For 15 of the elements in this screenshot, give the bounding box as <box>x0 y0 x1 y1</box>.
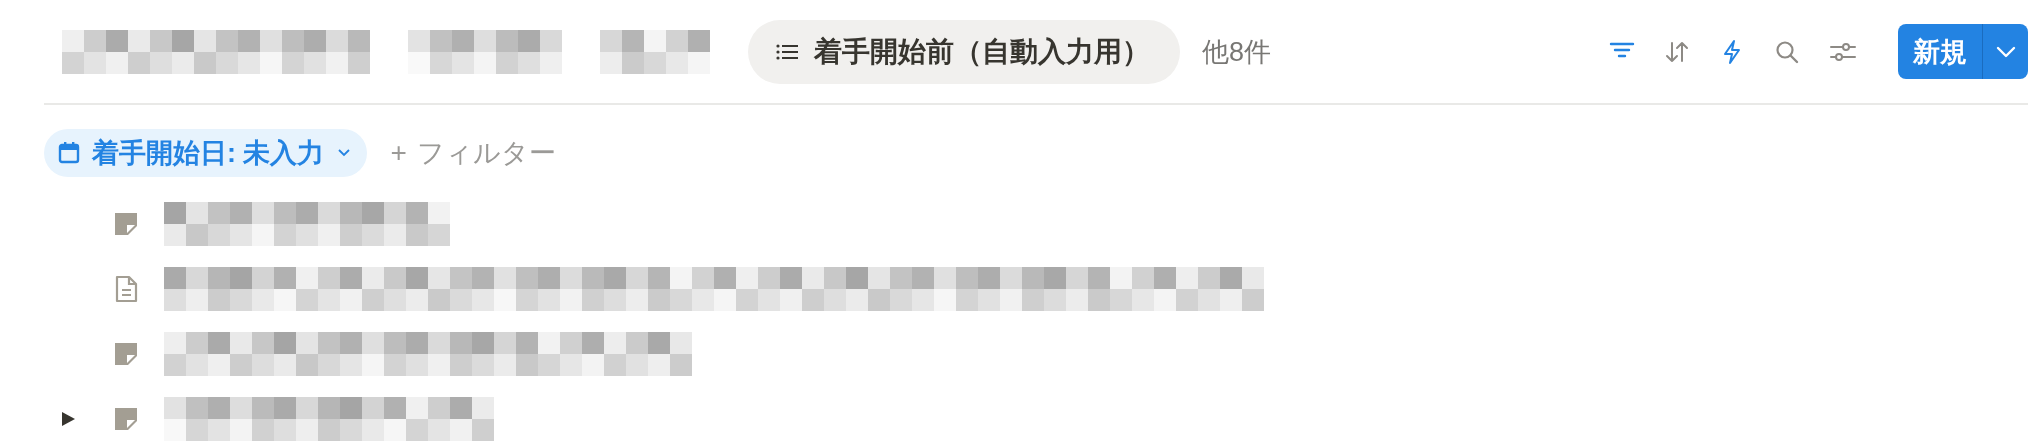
filter-chip[interactable]: 着手開始日: 未入力 <box>44 129 367 177</box>
view-tab[interactable]: 着手開始前（自動入力用） <box>748 19 1180 84</box>
more-views-link[interactable]: 他8件 <box>1202 33 1272 70</box>
page-icon <box>114 274 138 303</box>
chevron-down-icon <box>336 148 351 158</box>
dropdown-button[interactable] <box>1982 24 2028 79</box>
add-filter-button[interactable]: + フィルター <box>390 135 556 171</box>
note-icon <box>114 406 138 431</box>
chevron-down-icon <box>1995 45 2016 58</box>
note-icon <box>114 341 138 366</box>
note-icon <box>114 211 138 236</box>
calendar-icon <box>58 142 80 164</box>
list-icon <box>776 42 798 61</box>
expand-triangle-icon[interactable] <box>60 410 76 427</box>
new-button[interactable]: 新規 <box>1898 24 1982 79</box>
